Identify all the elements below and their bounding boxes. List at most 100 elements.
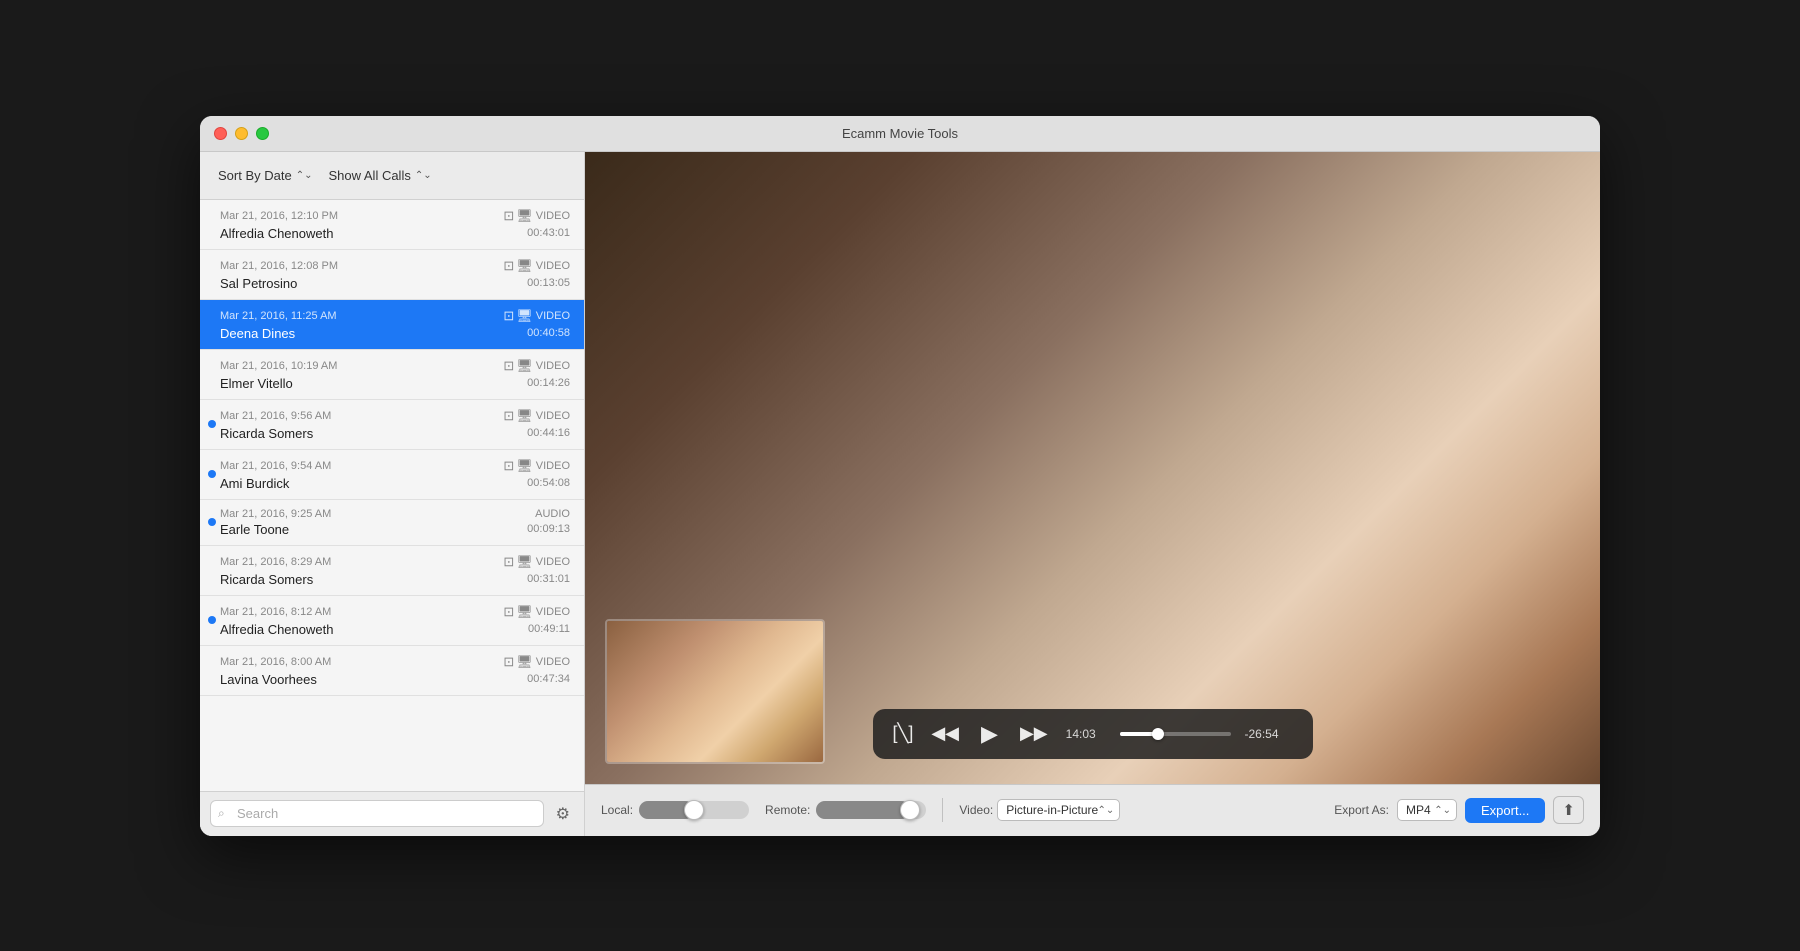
call-list-item[interactable]: Mar 21, 2016, 10:19 AM 🖥VIDEO Elmer Vite… — [200, 350, 584, 400]
call-type-label: VIDEO — [536, 656, 570, 668]
call-list-item[interactable]: Mar 21, 2016, 12:10 PM 🖥VIDEO Alfredia C… — [200, 200, 584, 250]
call-info: Ricarda Somers 00:44:16 — [220, 426, 570, 441]
call-meta: Mar 21, 2016, 8:12 AM 🖥 VIDEO — [220, 604, 570, 620]
settings-button[interactable]: ⚙ — [552, 800, 574, 828]
remote-volume-slider[interactable] — [816, 801, 926, 819]
call-info: Ami Burdick 00:54:08 — [220, 476, 570, 491]
video-mode-select[interactable]: Picture-in-PictureSide by SideLocal Only… — [997, 799, 1120, 821]
video-mode-control: Video: Picture-in-PictureSide by SideLoc… — [959, 799, 1120, 821]
video-mode-label: Video: — [959, 803, 993, 817]
call-name: Ricarda Somers — [220, 572, 313, 587]
call-list-item[interactable]: Mar 21, 2016, 11:25 AM 🖥VIDEO Deena Dine… — [200, 300, 584, 350]
call-name: Elmer Vitello — [220, 376, 293, 391]
call-type-label: VIDEO — [536, 606, 570, 618]
sort-chevron-icon: ⌃⌄ — [296, 170, 313, 181]
sidebar-footer: ⌕ ⚙ — [200, 791, 584, 836]
call-name: Ami Burdick — [220, 476, 289, 491]
call-type-label: VIDEO — [536, 310, 570, 322]
calls-list: Mar 21, 2016, 12:10 PM 🖥VIDEO Alfredia C… — [200, 200, 584, 791]
call-meta: Mar 21, 2016, 9:56 AM 🖥VIDEO — [220, 408, 570, 424]
progress-thumb[interactable] — [1152, 728, 1164, 740]
close-button[interactable] — [214, 127, 227, 140]
call-duration: 00:47:34 — [527, 673, 570, 685]
call-name: Alfredia Chenoweth — [220, 622, 333, 637]
call-date: Mar 21, 2016, 11:25 AM — [220, 310, 337, 322]
bottom-toolbar: Local: Remote: Video: — [585, 784, 1600, 836]
call-list-item[interactable]: Mar 21, 2016, 8:29 AM 🖥 VIDEO Ricarda Som… — [200, 546, 584, 596]
call-duration: 00:09:13 — [527, 523, 570, 535]
call-duration: 00:40:58 — [527, 327, 570, 339]
video-type-icon: 🖥 — [503, 554, 532, 570]
call-type-badge: AUDIO — [535, 508, 570, 520]
export-section: Export As: MP4MOVAVI ⌃⌄ Export... ⬆ — [1334, 796, 1584, 824]
fast-forward-button[interactable]: ▶▶ — [1016, 721, 1052, 746]
call-type-badge: 🖥VIDEO — [503, 308, 570, 324]
sidebar: Sort By Date ⌃⌄ Show All Calls ⌃⌄ Mar 21… — [200, 152, 585, 836]
call-name: Alfredia Chenoweth — [220, 226, 333, 241]
call-date: Mar 21, 2016, 10:19 AM — [220, 360, 337, 372]
call-list-item[interactable]: Mar 21, 2016, 8:00 AM 🖥VIDEO Lavina Voor… — [200, 646, 584, 696]
call-meta: Mar 21, 2016, 11:25 AM 🖥VIDEO — [220, 308, 570, 324]
rewind-button[interactable]: ◀◀ — [927, 721, 963, 746]
call-list-item[interactable]: Mar 21, 2016, 9:56 AM 🖥VIDEO Ricarda Som… — [200, 400, 584, 450]
pip-video-bg — [607, 621, 823, 762]
remote-volume-thumb[interactable] — [900, 800, 920, 820]
search-icon: ⌕ — [218, 806, 225, 821]
call-meta: Mar 21, 2016, 9:54 AM 🖥VIDEO — [220, 458, 570, 474]
call-type-label: VIDEO — [536, 410, 570, 422]
call-type-label: VIDEO — [536, 556, 570, 568]
call-name: Lavina Voorhees — [220, 672, 317, 687]
call-type-label: VIDEO — [536, 210, 570, 222]
video-type-icon: 🖥 — [503, 358, 532, 374]
video-type-icon: 🖥 — [503, 604, 532, 620]
call-list-item[interactable]: Mar 21, 2016, 9:25 AM AUDIO Earle Toone … — [200, 500, 584, 546]
fullscreen-button[interactable] — [256, 127, 269, 140]
call-list-item[interactable]: Mar 21, 2016, 9:54 AM 🖥VIDEO Ami Burdick… — [200, 450, 584, 500]
video-type-icon: 🖥 — [503, 458, 532, 474]
call-duration: 00:49:11 — [528, 623, 570, 635]
call-list-item[interactable]: Mar 21, 2016, 12:08 PM 🖥VIDEO Sal Petros… — [200, 250, 584, 300]
format-select-wrapper: MP4MOVAVI ⌃⌄ — [1397, 799, 1457, 821]
video-type-icon: 🖥 — [503, 208, 532, 224]
traffic-lights — [214, 127, 269, 140]
minimize-button[interactable] — [235, 127, 248, 140]
call-type-badge: 🖥VIDEO — [503, 458, 570, 474]
share-button[interactable]: ⬆ — [1553, 796, 1584, 824]
call-type-badge: 🖥 VIDEO — [503, 554, 570, 570]
call-date: Mar 21, 2016, 9:25 AM — [220, 508, 331, 520]
export-button[interactable]: Export... — [1465, 798, 1545, 823]
video-panel: [╲] ◀◀ ▶ ▶▶ 14:03 -26:54 Local: — [585, 152, 1600, 836]
show-all-chevron-icon: ⌃⌄ — [415, 170, 432, 181]
call-list-item[interactable]: Mar 21, 2016, 8:12 AM 🖥 VIDEO Alfredia Ch… — [200, 596, 584, 646]
call-type-label: AUDIO — [535, 508, 570, 520]
play-button[interactable]: ▶ — [977, 719, 1002, 749]
call-date: Mar 21, 2016, 8:12 AM — [220, 606, 331, 618]
call-duration: 00:13:05 — [527, 277, 570, 289]
call-meta: Mar 21, 2016, 12:08 PM 🖥VIDEO — [220, 258, 570, 274]
format-select[interactable]: MP4MOVAVI — [1397, 799, 1457, 821]
main-content: Sort By Date ⌃⌄ Show All Calls ⌃⌄ Mar 21… — [200, 152, 1600, 836]
call-info: Sal Petrosino 00:13:05 — [220, 276, 570, 291]
call-date: Mar 21, 2016, 9:56 AM — [220, 410, 331, 422]
call-type-badge: 🖥 VIDEO — [503, 208, 570, 224]
call-date: Mar 21, 2016, 8:29 AM — [220, 556, 331, 568]
call-type-badge: 🖥 VIDEO — [503, 604, 570, 620]
title-bar: Ecamm Movie Tools — [200, 116, 1600, 152]
call-info: Alfredia Chenoweth 00:49:11 — [220, 622, 570, 637]
search-input[interactable] — [210, 800, 544, 827]
progress-track[interactable] — [1120, 732, 1231, 736]
video-main: [╲] ◀◀ ▶ ▶▶ 14:03 -26:54 — [585, 152, 1600, 784]
sort-by-date-button[interactable]: Sort By Date ⌃⌄ — [212, 164, 318, 187]
playback-controls: [╲] ◀◀ ▶ ▶▶ 14:03 -26:54 — [873, 709, 1313, 759]
call-duration: 00:43:01 — [527, 227, 570, 239]
call-duration: 00:14:26 — [527, 377, 570, 389]
time-remaining: -26:54 — [1245, 727, 1293, 741]
local-volume-thumb[interactable] — [684, 800, 704, 820]
call-info: Deena Dines 00:40:58 — [220, 326, 570, 341]
video-type-icon: 🖥 — [503, 654, 532, 670]
local-volume-slider[interactable] — [639, 801, 749, 819]
call-meta: Mar 21, 2016, 8:29 AM 🖥 VIDEO — [220, 554, 570, 570]
sort-label: Sort By Date — [218, 168, 292, 183]
show-all-calls-button[interactable]: Show All Calls ⌃⌄ — [322, 164, 437, 187]
call-duration: 00:44:16 — [527, 427, 570, 439]
